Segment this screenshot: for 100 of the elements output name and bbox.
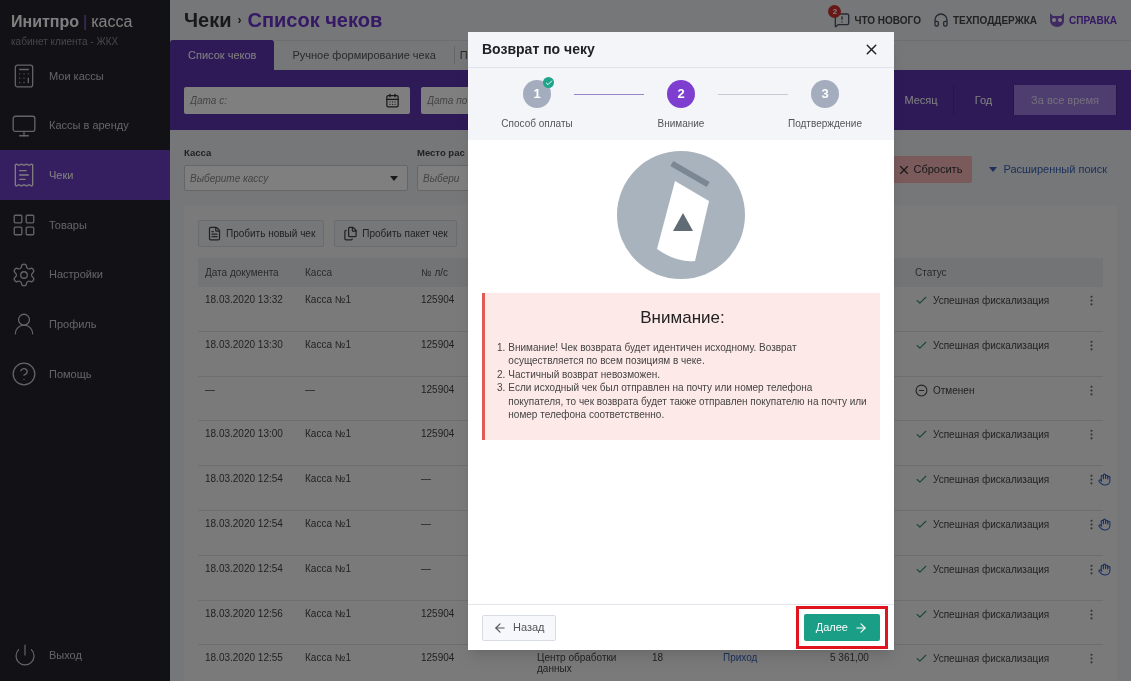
breadcrumb-link[interactable]: Чеки xyxy=(184,5,232,35)
table-cell: Касса №1 xyxy=(305,294,351,305)
table-cell: 5 361,00 xyxy=(830,652,869,664)
column-header: № л/с xyxy=(421,266,449,280)
caret-icon xyxy=(390,175,398,181)
settings-icon xyxy=(11,261,37,288)
table-cell: — xyxy=(421,562,431,574)
table-cell: 18.03.2020 12:55 xyxy=(205,652,283,664)
page-title: Список чеков xyxy=(247,8,383,33)
step-label: Внимание xyxy=(657,117,705,131)
status-text: Успешная фискализация xyxy=(933,608,1050,620)
table-cell: Касса №1 xyxy=(305,652,351,664)
list-number: 3. xyxy=(497,381,506,395)
table-cell: — xyxy=(205,383,215,395)
dialog-title: Возврат по чеку xyxy=(482,40,595,59)
caret-icon xyxy=(989,167,998,172)
logo-brand: Инитпро xyxy=(11,12,80,32)
status-text: Успешная фискализация xyxy=(933,519,1050,530)
sidebar-item[interactable]: Товары xyxy=(0,200,170,250)
table-cell: 125904 xyxy=(421,652,455,664)
table-cell: Касса №1 xyxy=(305,518,351,529)
calendar-icon xyxy=(385,92,400,108)
alert-title: Внимание: xyxy=(639,307,726,329)
tab[interactable]: Список чеков xyxy=(170,40,275,70)
table-cell: 18.03.2020 12:54 xyxy=(205,518,283,529)
hand-icon[interactable] xyxy=(1098,518,1111,531)
table-cell: 18.03.2020 13:00 xyxy=(205,428,283,440)
filter-label: Место рас xyxy=(417,146,466,160)
table-cell: 125904 xyxy=(421,383,455,395)
notification-badge: 2 xyxy=(828,5,842,18)
table-cell: Касса №1 xyxy=(305,338,351,350)
table-cell: 18.03.2020 12:54 xyxy=(205,473,283,485)
power-icon xyxy=(13,643,37,667)
status-text: Успешная фискализация xyxy=(933,295,1050,306)
table-cell: 18 xyxy=(652,652,664,664)
sidebar-item[interactable]: Профиль xyxy=(0,299,170,350)
breadcrumb-separator: › xyxy=(237,12,242,29)
step-connector xyxy=(718,94,788,95)
hand-icon[interactable] xyxy=(1098,562,1111,576)
column-header: Дата документа xyxy=(205,266,279,280)
column-header: Касса xyxy=(305,266,332,280)
table-cell: — xyxy=(305,383,315,395)
logo-divider: | xyxy=(83,12,88,32)
owl-icon xyxy=(1049,13,1066,27)
status-text: Успешная фискализация xyxy=(933,563,1050,575)
table-cell: Касса №1 xyxy=(305,428,351,440)
alert-item: Частичный возврат невозможен. xyxy=(508,367,661,381)
next-button[interactable]: Далее xyxy=(803,614,880,641)
header-link[interactable]: СПРАВКА xyxy=(1049,12,1117,28)
document-icon xyxy=(207,226,222,241)
table-cell: Касса №1 xyxy=(305,562,351,574)
table-cell: — xyxy=(421,518,431,529)
table-cell: Касса №1 xyxy=(305,607,351,619)
table-cell: 125904 xyxy=(421,294,455,305)
chat-alert-icon xyxy=(834,12,851,28)
alert-item: Если исходный чек был отправлен на почту или номер телефона покупателя, то чек возврата будет также отправлен покупателю на почту или номер телефона соответственно. xyxy=(508,381,868,422)
table-cell: 18.03.2020 12:54 xyxy=(205,562,283,574)
table-cell: 18.03.2020 13:30 xyxy=(205,338,283,350)
status-text: Успешная фискализация xyxy=(933,653,1050,665)
status-text: Успешная фискализация xyxy=(933,429,1050,441)
table-cell: 18.03.2020 12:56 xyxy=(205,607,283,619)
step-connector xyxy=(574,94,644,95)
arrow-right-icon xyxy=(854,620,868,635)
column-header: Статус xyxy=(915,266,947,280)
table-cell: Касса №1 xyxy=(305,473,351,485)
action-button[interactable]: Пробить пакет чек xyxy=(334,220,457,247)
check-icon xyxy=(915,294,928,307)
table-cell: 18.03.2020 13:32 xyxy=(205,294,283,305)
advanced-search-link[interactable]: Расширенный поиск xyxy=(989,156,1107,183)
help-icon xyxy=(11,360,37,387)
step-label: Способ оплаты xyxy=(501,117,573,131)
status-text: Успешная фискализация xyxy=(933,339,1050,351)
documents-icon xyxy=(343,226,359,241)
table-cell: — xyxy=(421,473,431,485)
register-select[interactable]: Выберите кассу xyxy=(184,165,408,192)
action-button[interactable]: Пробить новый чек xyxy=(198,220,325,247)
table-cell: 125904 xyxy=(421,338,455,350)
status-text: Отменен xyxy=(933,384,975,396)
back-button[interactable]: Назад xyxy=(482,614,556,641)
list-number: 1. xyxy=(497,340,506,355)
logo-product: касса xyxy=(91,12,133,32)
headset-icon xyxy=(932,12,949,28)
header-link[interactable]: ТЕХПОДДЕРЖКА xyxy=(932,12,1038,28)
operation-link[interactable]: Приход xyxy=(723,652,758,664)
tab[interactable]: Ручное формирование чека xyxy=(274,46,455,64)
sidebar-item[interactable]: Помощь xyxy=(0,349,170,399)
table-cell: 125904 xyxy=(421,607,455,619)
sidebar-item[interactable]: Мои кассы xyxy=(0,51,170,101)
step-label: Подтверждение xyxy=(788,117,862,131)
check-icon xyxy=(915,518,928,531)
alert-item: Внимание! Чек возврата будет идентичен исходному. Возврат осуществляется по всем позициям в чеке. xyxy=(508,340,798,368)
sidebar-item[interactable]: Чеки xyxy=(0,150,170,201)
filter-label: Касса xyxy=(184,146,213,160)
list-number: 2. xyxy=(497,367,506,381)
hand-icon[interactable] xyxy=(1098,473,1111,487)
table-cell: 125904 xyxy=(421,428,455,440)
logout-item[interactable]: Выход xyxy=(0,635,170,675)
sidebar-item[interactable]: Настройки xyxy=(0,249,170,300)
table-cell-text: Центр обработки данных xyxy=(537,652,618,675)
minus-circle-icon xyxy=(915,383,928,397)
